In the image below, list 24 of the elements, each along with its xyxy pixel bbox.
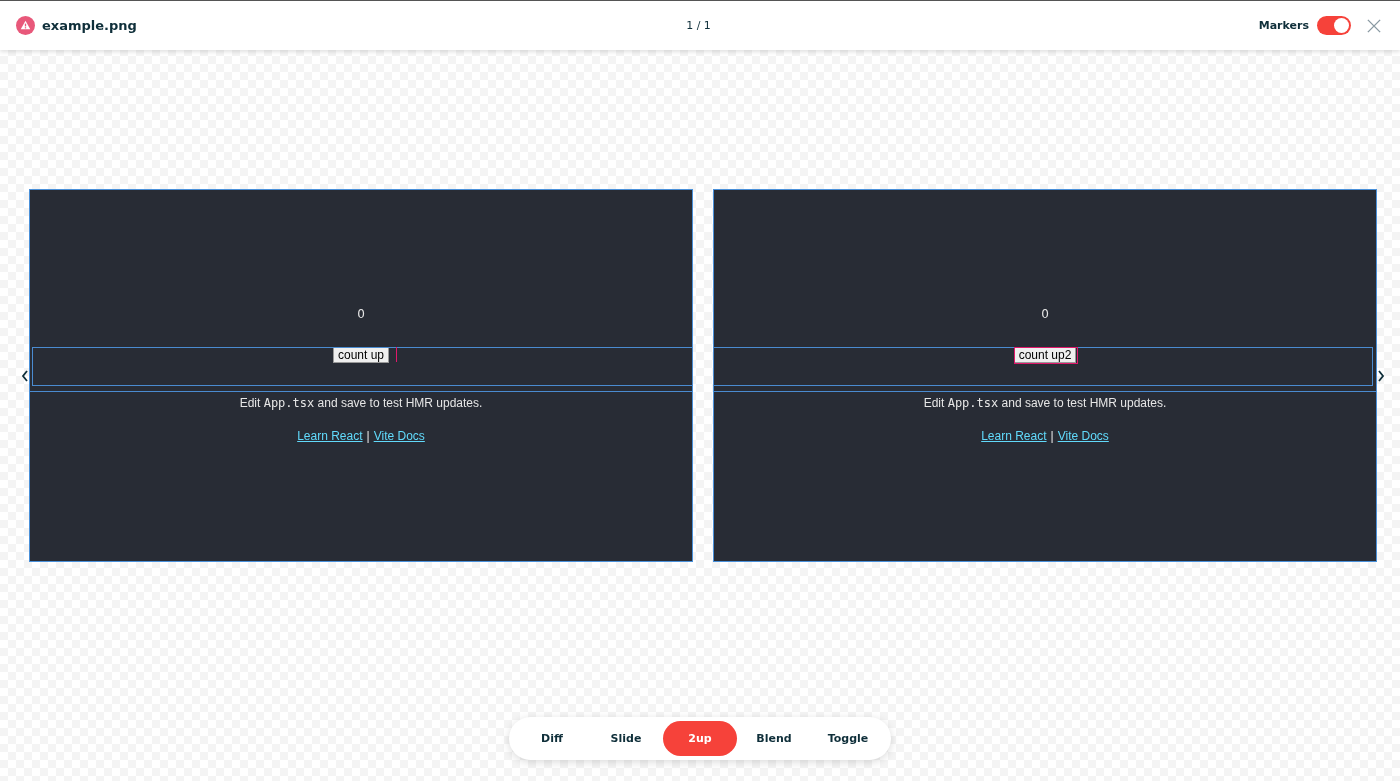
file-name: example.png [42, 18, 137, 33]
vite-docs-link[interactable]: Vite Docs [373, 429, 425, 443]
markers-toggle[interactable] [1317, 16, 1351, 35]
page-counter: 1 / 1 [686, 19, 711, 32]
link-separator: | [366, 429, 370, 443]
vite-docs-link[interactable]: Vite Docs [1057, 429, 1109, 443]
edit-hint-text: Edit App.tsx and save to test HMR updates. [922, 396, 1168, 410]
count-value: 0 [1040, 307, 1050, 323]
close-icon[interactable] [1367, 18, 1381, 33]
warning-icon [16, 16, 35, 35]
learn-react-link[interactable]: Learn React [981, 429, 1047, 443]
next-icon[interactable] [1377, 369, 1385, 382]
markers-label: Markers [1258, 19, 1309, 32]
count-value: 0 [356, 307, 366, 323]
link-separator: | [1050, 429, 1054, 443]
view-mode-tab[interactable]: Blend [737, 721, 811, 756]
view-mode-tab[interactable]: 2up [663, 721, 737, 756]
view-mode-tab[interactable]: Diff [515, 721, 589, 756]
view-mode-tab[interactable]: Toggle [811, 721, 885, 756]
learn-react-link[interactable]: Learn React [297, 429, 363, 443]
diff-marker-box [1014, 347, 1078, 364]
view-mode-tab[interactable]: Slide [589, 721, 663, 756]
edit-hint-text: Edit App.tsx and save to test HMR updates. [238, 396, 484, 410]
previous-icon[interactable] [21, 369, 29, 382]
